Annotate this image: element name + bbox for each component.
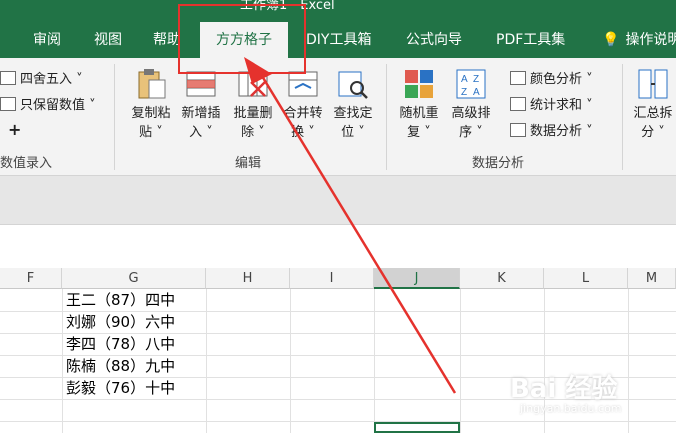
watermark-url: jingyan.baidu.com [520,402,622,415]
watermark-logo: Bai 经验 [510,374,618,404]
